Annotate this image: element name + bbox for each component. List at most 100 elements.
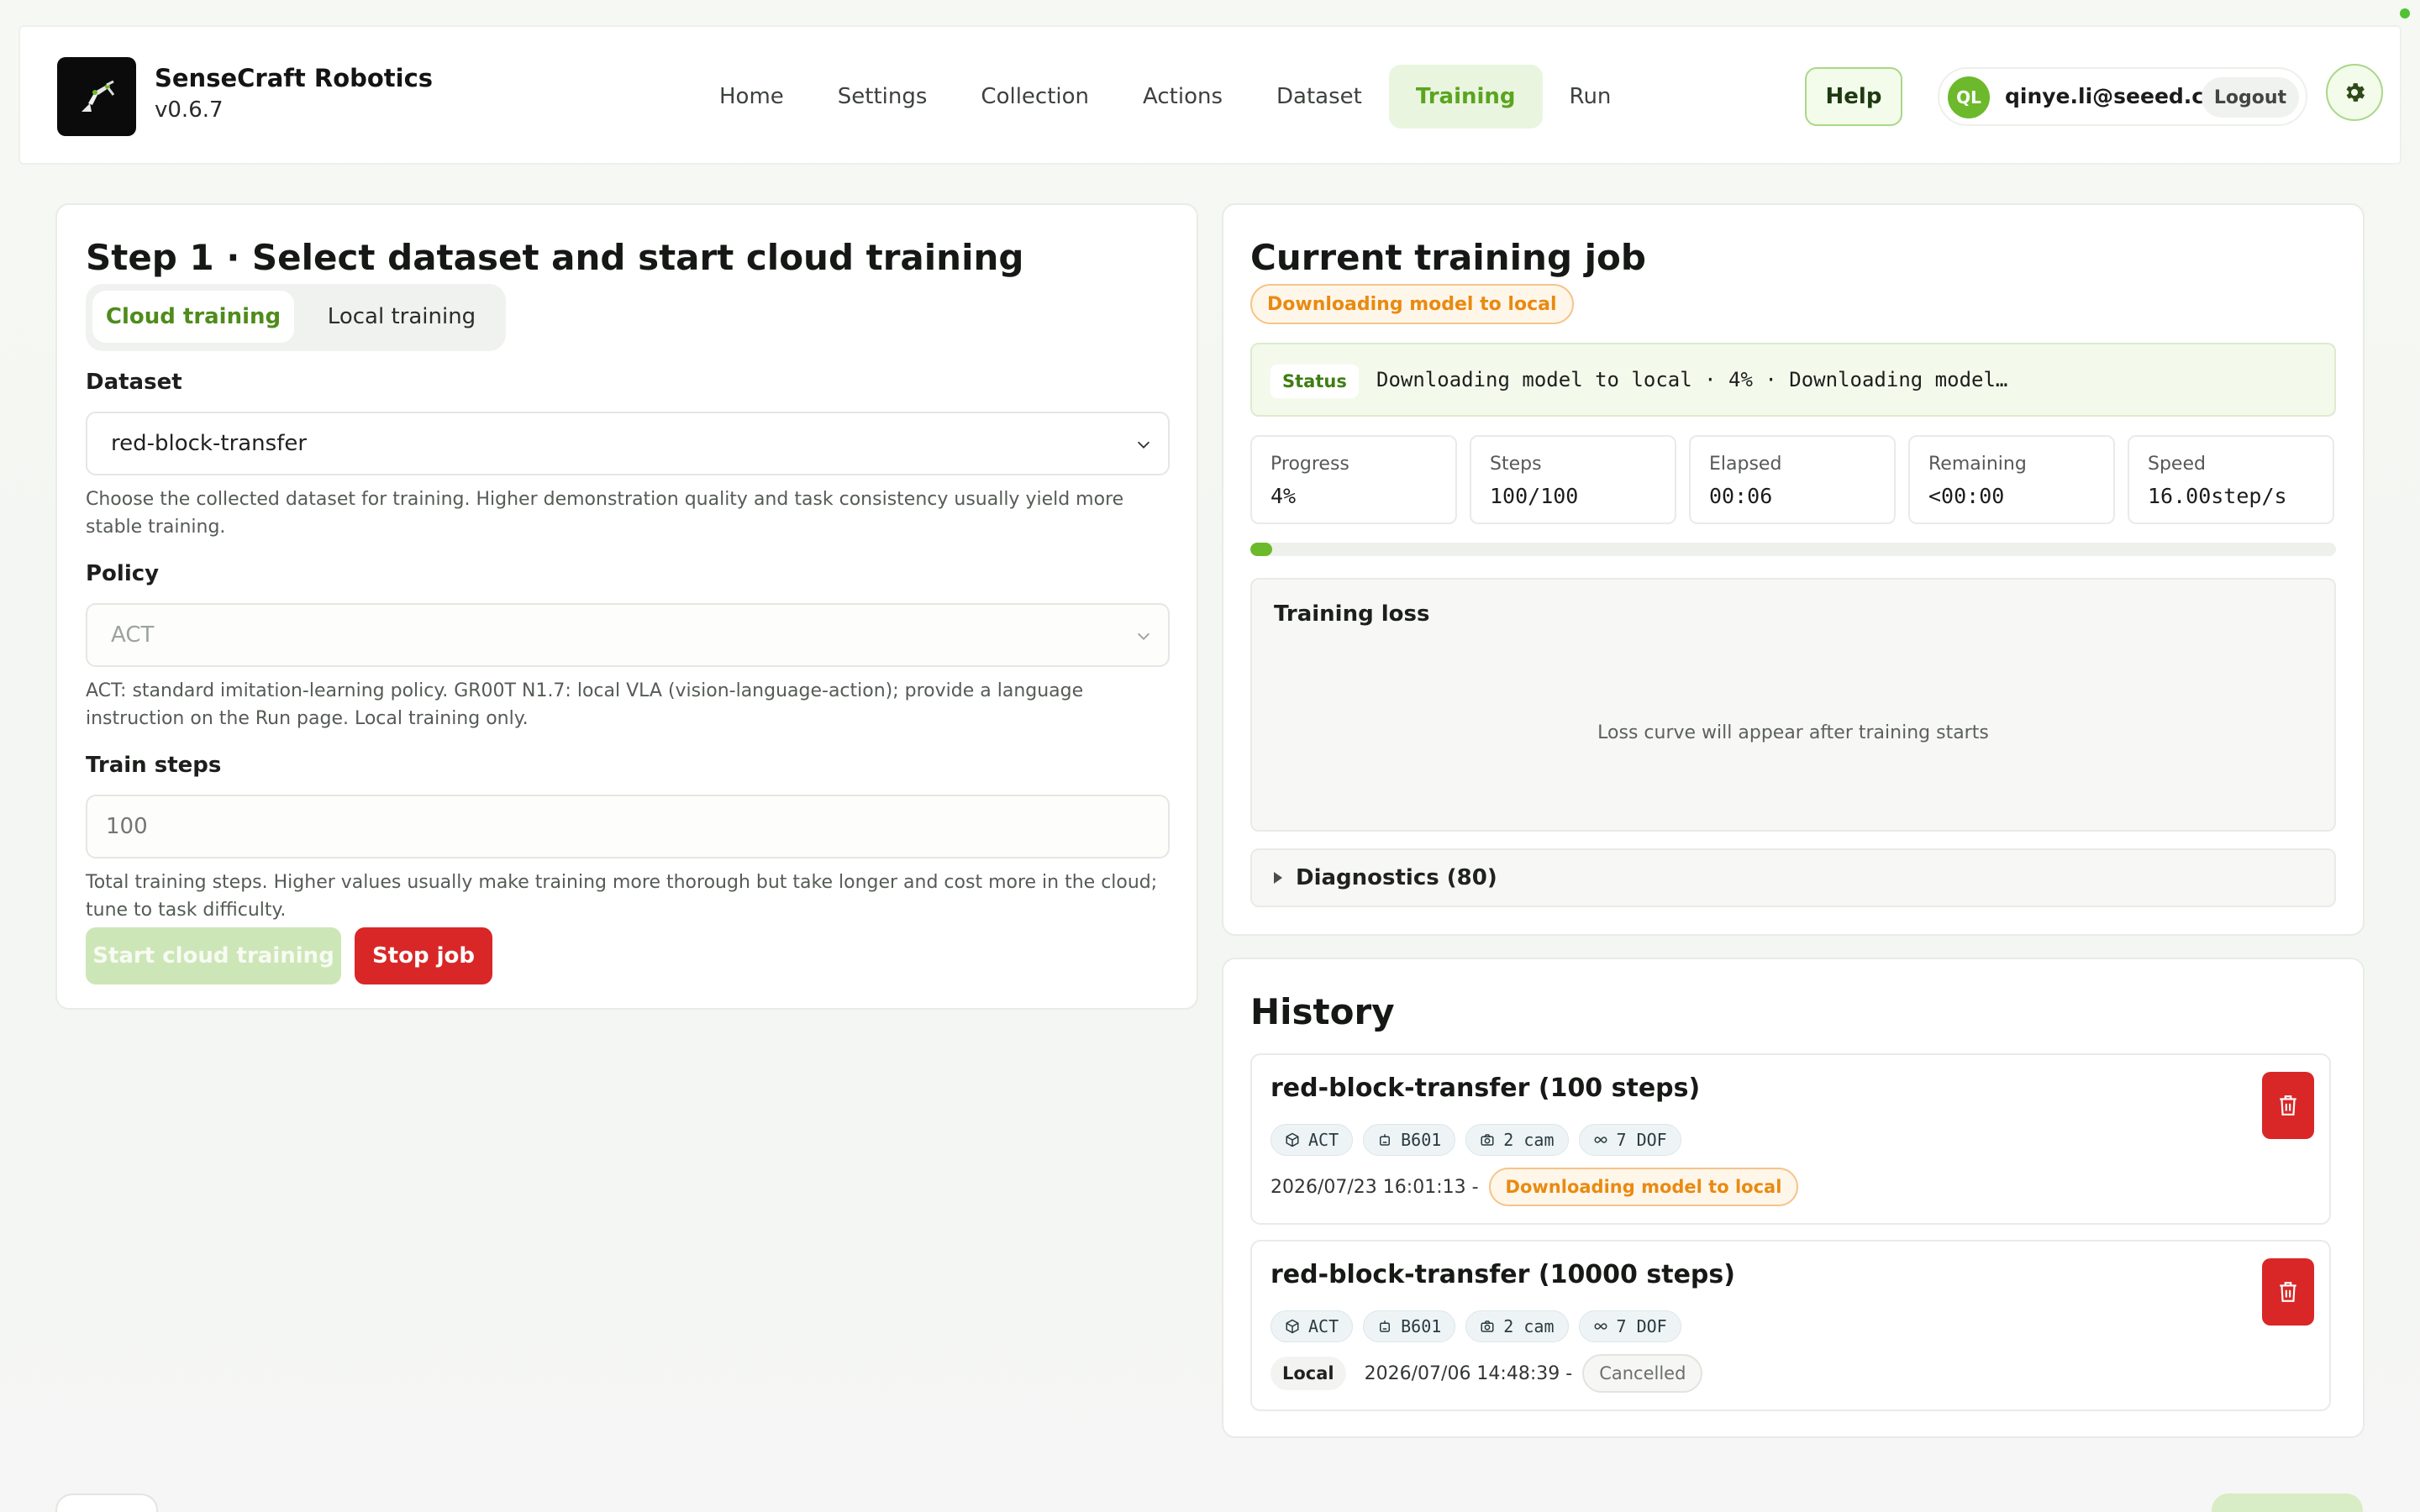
train-steps-label: Train steps <box>86 753 222 778</box>
nav-dataset[interactable]: Dataset <box>1249 65 1389 129</box>
nav-run[interactable]: Run <box>1543 65 1639 129</box>
policy-hint: ACT: standard imitation-learning policy.… <box>86 680 1084 729</box>
dataset-select-value: red-block-transfer <box>111 431 308 456</box>
diagnostics-toggle[interactable]: Diagnostics (80) <box>1250 848 2336 907</box>
tab-local-training[interactable]: Local training <box>306 291 497 343</box>
top-header: SenseCraft Robotics v0.6.7 Home Settings… <box>18 25 2402 165</box>
history-item[interactable]: red-block-transfer (100 steps) ACT B601 … <box>1250 1053 2331 1225</box>
robot-icon <box>1380 1134 1391 1146</box>
help-button[interactable]: Help <box>1805 67 1902 126</box>
status-badge: Downloading model to local <box>1488 1168 1799 1206</box>
train-steps-hint: Total training steps. Higher values usua… <box>86 872 1158 921</box>
history-item-title: red-block-transfer (10000 steps) <box>1270 1260 1735 1289</box>
history-item-meta: 2026/07/23 16:01:13 - Downloading model … <box>1270 1168 1799 1206</box>
app-logo <box>57 57 136 136</box>
history-item-tags: ACT B601 2 cam 7 DOF <box>1270 1310 1681 1342</box>
delete-button[interactable] <box>2262 1072 2314 1139</box>
trash-icon <box>2280 1095 2296 1116</box>
user-menu: QL qinye.li@seeed.cc Logout <box>1938 67 2307 126</box>
camera-icon <box>1481 1320 1494 1332</box>
stat-label: Steps <box>1490 454 1542 475</box>
robot-chip: B601 <box>1363 1124 1456 1156</box>
connection-status-dot <box>2400 8 2410 18</box>
stat-label: Speed <box>2148 454 2206 475</box>
stat-value: <00:00 <box>1928 484 2005 508</box>
training-mode-toggle: Cloud training Local training <box>86 284 506 351</box>
progress-bar-fill <box>1250 543 1272 556</box>
policy-chip: ACT <box>1270 1310 1354 1342</box>
dataset-label: Dataset <box>86 370 182 395</box>
chevron-down-icon <box>1137 441 1150 449</box>
infinity-icon <box>1594 1137 1607 1143</box>
robot-arm-icon <box>82 80 115 112</box>
dataset-select[interactable]: red-block-transfer <box>86 412 1170 475</box>
infinity-icon <box>1594 1323 1607 1330</box>
start-cloud-training-button[interactable]: Start cloud training <box>86 927 341 984</box>
dataset-hint: Choose the collected dataset for trainin… <box>86 489 1124 538</box>
history-card: History red-block-transfer (100 steps) A… <box>1222 958 2365 1438</box>
local-badge: Local <box>1270 1357 1346 1390</box>
status-text: Downloading model to local · 4% · Downlo… <box>1376 368 2008 391</box>
train-steps-input[interactable] <box>86 795 1170 858</box>
history-title: History <box>1250 991 1395 1032</box>
nav-collection[interactable]: Collection <box>954 65 1116 129</box>
delete-button[interactable] <box>2262 1258 2314 1326</box>
policy-chip: ACT <box>1270 1124 1354 1156</box>
stat-label: Remaining <box>1928 454 2027 475</box>
chevron-down-icon <box>1137 633 1150 640</box>
robot-chip: B601 <box>1363 1310 1456 1342</box>
status-label: Status <box>1270 365 1359 398</box>
policy-select[interactable]: ACT <box>86 603 1170 667</box>
cube-icon <box>1286 1319 1299 1334</box>
camera-chip: 2 cam <box>1465 1124 1569 1156</box>
stat-elapsed: Elapsed 00:06 <box>1689 435 1896 524</box>
robot-icon <box>1380 1320 1391 1332</box>
avatar[interactable]: QL <box>1948 76 1990 118</box>
tab-cloud-training[interactable]: Cloud training <box>92 291 294 343</box>
step1-title: Step 1 · Select dataset and start cloud … <box>86 237 1024 278</box>
current-job-title: Current training job <box>1250 237 1646 278</box>
stop-job-button[interactable]: Stop job <box>355 927 492 984</box>
current-job-card: Current training job Downloading model t… <box>1222 203 2365 936</box>
stat-label: Progress <box>1270 454 1349 475</box>
camera-chip: 2 cam <box>1465 1310 1569 1342</box>
camera-icon <box>1481 1134 1494 1146</box>
nav-training[interactable]: Training <box>1388 65 1543 129</box>
history-item-date: 2026/07/23 16:01:13 - <box>1270 1176 1479 1198</box>
nav-actions[interactable]: Actions <box>1116 65 1249 129</box>
training-loss-title: Training loss <box>1274 601 1430 627</box>
trash-icon <box>2280 1282 2296 1302</box>
app-version: v0.6.7 <box>155 97 224 123</box>
footer-back-button[interactable] <box>55 1494 158 1512</box>
stat-steps: Steps 100/100 <box>1470 435 1676 524</box>
nav-home[interactable]: Home <box>692 65 811 129</box>
dof-chip: 7 DOF <box>1578 1310 1681 1342</box>
dof-chip: 7 DOF <box>1578 1124 1681 1156</box>
settings-button[interactable] <box>2326 64 2383 121</box>
logout-button[interactable]: Logout <box>2202 77 2299 118</box>
app-name: SenseCraft Robotics <box>155 64 434 92</box>
policy-label: Policy <box>86 561 160 586</box>
stat-value: 16.00step/s <box>2148 484 2287 508</box>
stat-value: 100/100 <box>1490 484 1579 508</box>
nav-settings[interactable]: Settings <box>811 65 955 129</box>
stat-speed: Speed 16.00step/s <box>2128 435 2334 524</box>
stat-value: 00:06 <box>1709 484 1773 508</box>
stat-value: 4% <box>1270 484 1297 508</box>
history-item[interactable]: red-block-transfer (10000 steps) ACT B60… <box>1250 1240 2331 1411</box>
history-item-meta: Local 2026/07/06 14:48:39 - Cancelled <box>1270 1354 1703 1393</box>
footer-next-button[interactable] <box>2212 1494 2363 1512</box>
loss-empty-message: Loss curve will appear after training st… <box>1597 722 1989 743</box>
step1-card: Step 1 · Select dataset and start cloud … <box>55 203 1198 1010</box>
policy-select-value: ACT <box>111 622 155 648</box>
caret-right-icon <box>1274 872 1282 884</box>
stat-label: Elapsed <box>1709 454 1782 475</box>
status-panel: Status Downloading model to local · 4% ·… <box>1250 343 2336 417</box>
history-item-title: red-block-transfer (100 steps) <box>1270 1074 1701 1103</box>
gear-icon <box>2346 83 2365 102</box>
stat-progress: Progress 4% <box>1250 435 1457 524</box>
history-item-tags: ACT B601 2 cam 7 DOF <box>1270 1124 1681 1156</box>
job-status-badge: Downloading model to local <box>1250 284 1574 324</box>
progress-bar <box>1250 543 2336 556</box>
main-nav: Home Settings Collection Actions Dataset… <box>692 65 1638 129</box>
